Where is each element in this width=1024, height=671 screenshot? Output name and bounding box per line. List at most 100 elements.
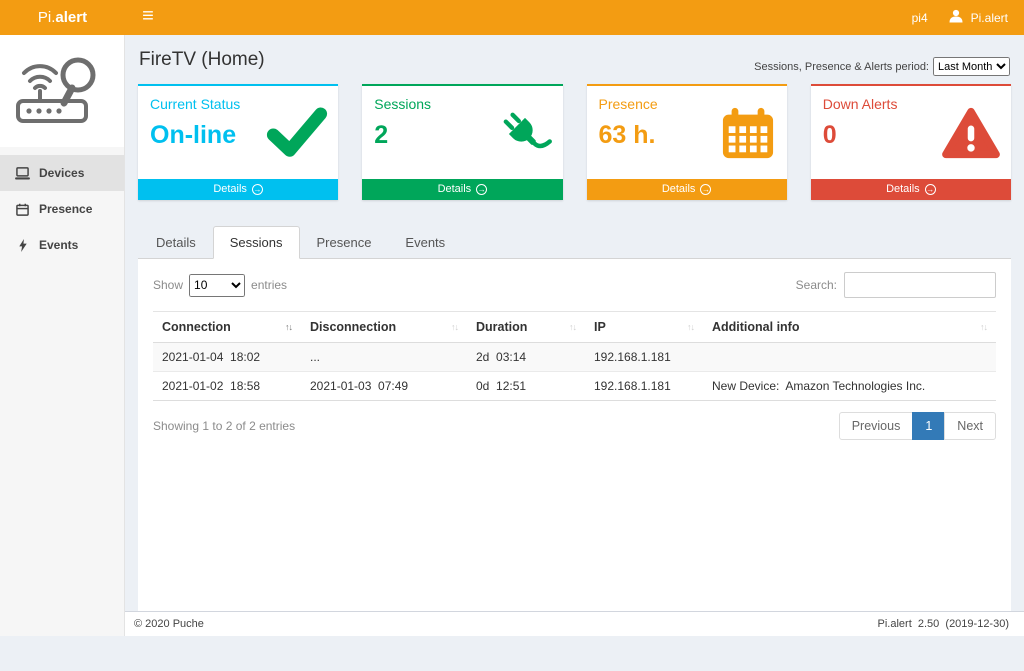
sidebar-item-events[interactable]: Events xyxy=(0,227,124,263)
brand-bold: alert xyxy=(55,9,87,26)
header-ip[interactable]: IP↑↓ xyxy=(585,312,703,343)
header-disconnection[interactable]: Disconnection↑↓ xyxy=(301,312,467,343)
page-footer: © 2020 Puche Pi.alert 2.50 (2019-12-30) xyxy=(125,611,1024,636)
calendar-small-icon xyxy=(15,203,30,216)
sidebar-menu: Devices Presence Events xyxy=(0,155,124,263)
search-label: Search: xyxy=(796,278,837,292)
main-content: FireTV (Home) Sessions, Presence & Alert… xyxy=(125,35,1024,611)
cell-ip: 192.168.1.181 xyxy=(585,372,703,401)
details-link[interactable]: Details → xyxy=(811,179,1011,200)
pagination: Previous 1 Next xyxy=(839,412,996,440)
sidebar-item-label: Devices xyxy=(39,166,84,180)
copyright-text: © 2020 Puche xyxy=(134,618,204,630)
tab-details[interactable]: Details xyxy=(139,226,213,259)
period-label: Sessions, Presence & Alerts period: xyxy=(754,61,929,73)
details-label: Details xyxy=(213,179,247,200)
header-connection[interactable]: Connection↑↓ xyxy=(153,312,301,343)
header-duration[interactable]: Duration↑↓ xyxy=(467,312,585,343)
sessions-body: Sessions 2 xyxy=(362,86,562,179)
presence-box: Presence 63 h. Detai xyxy=(587,84,787,200)
hostname-label: pi4 xyxy=(912,11,928,25)
cell-additional-info xyxy=(703,343,996,372)
top-navbar: Pi.alert ≡ pi4 Pi.alert xyxy=(0,0,1024,35)
period-select[interactable]: Last Month xyxy=(933,57,1010,76)
period-selector: Sessions, Presence & Alerts period: Last… xyxy=(754,57,1010,76)
down-alerts-box: Down Alerts 0 Details → xyxy=(811,84,1011,200)
sidebar-toggle-button[interactable]: ≡ xyxy=(125,0,171,35)
sort-icon: ↑↓ xyxy=(285,322,292,332)
datatable-controls: Show 10 entries Search: xyxy=(153,272,996,298)
sidebar-item-label: Presence xyxy=(39,202,92,216)
tab-presence[interactable]: Presence xyxy=(300,226,389,259)
device-tabs: Details Sessions Presence Events xyxy=(138,226,1011,259)
search-control: Search: xyxy=(796,272,996,298)
tab-events[interactable]: Events xyxy=(388,226,462,259)
cell-duration: 2d 03:14 xyxy=(467,343,585,372)
cell-duration: 0d 12:51 xyxy=(467,372,585,401)
sessions-box: Sessions 2 Details → xyxy=(362,84,562,200)
details-link[interactable]: Details → xyxy=(138,179,338,200)
details-label: Details xyxy=(886,179,920,200)
cell-disconnection: 2021-01-03 07:49 xyxy=(301,372,467,401)
details-arrow-icon: → xyxy=(252,184,263,195)
sessions-table: Connection↑↓ Disconnection↑↓ Duration↑↓ … xyxy=(153,311,996,401)
sessions-tab-panel: Show 10 entries Search: Connection↑↓ Dis… xyxy=(138,259,1011,617)
user-menu[interactable]: Pi.alert xyxy=(948,9,1008,26)
sidebar-item-devices[interactable]: Devices xyxy=(0,155,124,191)
details-arrow-icon: → xyxy=(476,184,487,195)
next-page-button[interactable]: Next xyxy=(944,412,996,440)
sort-icon: ↑↓ xyxy=(687,322,694,332)
table-summary: Showing 1 to 2 of 2 entries xyxy=(153,419,295,433)
navbar-right: pi4 Pi.alert xyxy=(912,9,1024,26)
calendar-icon xyxy=(719,106,777,165)
current-status-body: Current Status On-line xyxy=(138,86,338,179)
sidebar-item-label: Events xyxy=(39,238,78,252)
sort-icon: ↑↓ xyxy=(451,322,458,332)
pialert-logo xyxy=(12,45,112,138)
show-label: Show xyxy=(153,278,183,292)
cell-additional-info: New Device: Amazon Technologies Inc. xyxy=(703,372,996,401)
current-status-box: Current Status On-line Details → xyxy=(138,84,338,200)
sort-icon: ↑↓ xyxy=(980,322,987,332)
details-label: Details xyxy=(438,179,472,200)
user-menu-label: Pi.alert xyxy=(971,11,1008,25)
details-label: Details xyxy=(662,179,696,200)
cell-ip: 192.168.1.181 xyxy=(585,343,703,372)
down-alerts-body: Down Alerts 0 xyxy=(811,86,1011,179)
check-icon xyxy=(266,106,328,165)
page-length-control: Show 10 entries xyxy=(153,274,287,297)
warning-icon xyxy=(941,106,1001,165)
bolt-icon xyxy=(15,239,30,252)
details-arrow-icon: → xyxy=(925,184,936,195)
logo-box xyxy=(0,35,124,147)
table-header-row: Connection↑↓ Disconnection↑↓ Duration↑↓ … xyxy=(153,312,996,343)
hamburger-icon: ≡ xyxy=(142,5,154,27)
datatable-footer: Showing 1 to 2 of 2 entries Previous 1 N… xyxy=(153,412,996,440)
presence-body: Presence 63 h. xyxy=(587,86,787,179)
user-icon xyxy=(948,9,964,26)
page-length-select[interactable]: 10 xyxy=(189,274,245,297)
brand-link[interactable]: Pi.alert xyxy=(0,0,125,35)
search-input[interactable] xyxy=(844,272,996,298)
entries-label: entries xyxy=(251,278,287,292)
details-link[interactable]: Details → xyxy=(587,179,787,200)
info-boxes: Current Status On-line Details → Session… xyxy=(138,84,1011,200)
cell-disconnection: ... xyxy=(301,343,467,372)
table-row: 2021-01-04 18:02 ... 2d 03:14 192.168.1.… xyxy=(153,343,996,372)
details-link[interactable]: Details → xyxy=(362,179,562,200)
header-additional-info[interactable]: Additional info↑↓ xyxy=(703,312,996,343)
table-row: 2021-01-02 18:58 2021-01-03 07:49 0d 12:… xyxy=(153,372,996,401)
page-1-button[interactable]: 1 xyxy=(912,412,945,440)
sidebar-item-presence[interactable]: Presence xyxy=(0,191,124,227)
cell-connection: 2021-01-04 18:02 xyxy=(153,343,301,372)
cell-connection: 2021-01-02 18:58 xyxy=(153,372,301,401)
brand-prefix: Pi. xyxy=(38,9,56,26)
sidebar: Devices Presence Events xyxy=(0,35,125,636)
details-arrow-icon: → xyxy=(700,184,711,195)
devices-icon xyxy=(15,167,30,180)
version-text: Pi.alert 2.50 (2019-12-30) xyxy=(878,618,1009,630)
previous-page-button[interactable]: Previous xyxy=(839,412,914,440)
sort-icon: ↑↓ xyxy=(569,322,576,332)
tab-sessions[interactable]: Sessions xyxy=(213,226,300,259)
plug-icon xyxy=(497,106,553,167)
